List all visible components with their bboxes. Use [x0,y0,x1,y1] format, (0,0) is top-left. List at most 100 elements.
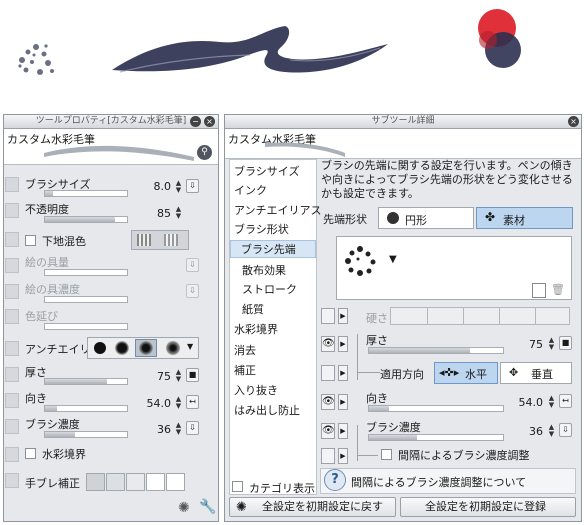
antialias-strong-icon[interactable] [166,341,180,355]
close-icon[interactable]: × [568,116,579,127]
mode-icon-a[interactable] [137,234,151,246]
opacity-value[interactable]: 85 [131,207,171,220]
help-icon[interactable]: ? [324,469,346,491]
density-expand-icon[interactable]: ▶ [338,423,348,439]
help-text[interactable]: 間隔によるブラシ濃度調整について [351,474,526,490]
sub-thickness-value[interactable]: 75 [503,338,543,351]
spin-arrows[interactable]: ▲ ▼ [547,424,556,438]
opacity-slider[interactable] [44,216,128,223]
category-display-checkbox[interactable] [232,481,243,492]
search-icon[interactable]: ⚲ [197,145,212,160]
spin-arrows[interactable]: ▲ ▼ [174,422,183,436]
wrench-icon[interactable]: 🔧 [199,499,216,515]
sub-direction-value[interactable]: 54.0 [503,396,544,409]
thickness-eye-icon[interactable]: 👁 [321,336,335,352]
stabilization-step[interactable] [86,473,105,491]
category-item[interactable]: アンチエイリアス [234,202,322,218]
horizontal-button[interactable]: ◂✜▸ 水平 [434,362,498,384]
thickness-slider[interactable] [44,378,128,385]
sub-tool-titlebar[interactable]: サブツール詳細 × [225,115,581,129]
direction-detail-icon[interactable]: ↤ [559,394,572,408]
thickness-value[interactable]: 75 [131,370,171,383]
hardness-expand-icon[interactable]: ▶ [338,308,348,324]
category-item[interactable]: インク [234,182,267,198]
pressure-icon[interactable]: ⇩ [186,258,199,272]
category-item[interactable]: はみ出し防止 [234,402,300,418]
close-icon[interactable]: × [204,116,215,127]
direction-eye-icon[interactable]: 👁 [321,394,335,410]
spin-arrows[interactable]: ▲ ▼ [174,396,183,410]
category-item-active[interactable]: ブラシ先端 [230,240,316,258]
thickness-expand-icon[interactable]: ▶ [338,336,348,352]
antialias-weak-icon[interactable] [115,341,129,355]
spin-arrows[interactable]: ▲ ▼ [174,369,183,383]
color-stretch-slider[interactable] [44,323,128,330]
stabilization-step[interactable] [146,473,165,491]
hardness-eye-slot[interactable] [321,308,335,324]
interval-expand-icon[interactable]: ▶ [338,448,348,464]
direction-slider[interactable] [44,405,128,412]
spin-arrows[interactable]: ▲ ▼ [174,206,183,220]
interval-eye-slot[interactable] [321,448,335,464]
antialias-selector[interactable]: ▼ [87,337,199,359]
paint-amount-slider[interactable] [44,269,128,276]
register-all-button[interactable]: 全設定を初期設定に登録 [400,497,576,517]
brush-size-slider[interactable] [44,190,128,197]
tip-circle-button[interactable]: 円形 [378,207,474,229]
watercolor-edge-checkbox[interactable] [25,448,36,459]
mixing-mode-buttons[interactable] [131,230,189,250]
antialias-medium-icon[interactable] [139,341,153,355]
stabilization-step[interactable] [126,473,145,491]
direction-detail-icon[interactable]: ↤ [186,395,199,409]
brush-size-value[interactable]: 8.0 [131,180,172,193]
brush-density-slider[interactable] [44,431,128,438]
antialias-none-icon[interactable] [94,342,106,354]
spin-arrows[interactable]: ▲ ▼ [547,337,556,351]
category-item[interactable]: 水彩境界 [234,321,278,337]
mode-icon-b[interactable] [164,234,178,246]
category-item[interactable]: 散布効果 [242,262,286,278]
pressure-icon[interactable]: ⇩ [186,421,199,435]
vertical-button[interactable]: ✥ 垂直 [500,362,572,384]
apply-direction-expand-icon[interactable]: ▶ [338,365,348,381]
category-item[interactable]: ブラシサイズ [234,163,299,179]
mixing-checkbox[interactable] [25,235,36,246]
category-item[interactable]: 紙質 [242,301,264,317]
paint-density-slider[interactable] [44,296,128,303]
thickness-detail-icon[interactable]: ■ [186,368,199,382]
pressure-icon[interactable]: ⇩ [186,284,199,298]
category-item[interactable]: 補正 [234,362,256,378]
thickness-detail-icon[interactable]: ■ [559,336,572,350]
direction-value[interactable]: 54.0 [131,397,172,410]
density-eye-icon[interactable]: 👁 [321,423,335,439]
pressure-icon[interactable]: ⇩ [559,423,572,437]
sub-thickness-slider[interactable] [368,347,504,354]
brush-density-value[interactable]: 36 [131,423,171,436]
interval-density-checkbox[interactable] [381,449,392,460]
sub-density-value[interactable]: 36 [503,425,543,438]
pressure-icon[interactable]: ⇩ [186,179,199,193]
category-item[interactable]: ブラシ形状 [234,221,289,237]
stabilization-step[interactable] [166,473,185,491]
stabilization-step[interactable] [106,473,125,491]
hardness-steps[interactable] [390,307,570,325]
spin-arrows[interactable]: ▲ ▼ [547,395,556,409]
material-dropdown-icon[interactable]: ▼ [389,254,397,265]
stabilization-steps[interactable] [86,473,186,491]
spin-arrows[interactable]: ▲ ▼ [174,180,183,194]
reset-all-button[interactable]: ✺ 全設定を初期設定に戻す [229,497,396,517]
direction-expand-icon[interactable]: ▶ [338,394,348,410]
category-item[interactable]: 消去 [234,342,256,358]
category-item[interactable]: 入り抜き [234,382,278,398]
trash-icon[interactable]: 🗑 [551,283,565,298]
tool-property-titlebar[interactable]: ツールプロパティ[カスタム水彩毛筆] − × [4,115,218,129]
sparkle-icon[interactable]: ✺ [178,500,190,516]
new-page-icon[interactable] [532,283,546,298]
sub-direction-slider[interactable] [368,405,504,412]
category-item[interactable]: ストローク [242,281,297,297]
chevron-down-icon[interactable]: ▼ [187,342,193,351]
sub-density-slider[interactable] [368,434,504,441]
direction-eye-slot[interactable] [321,365,335,381]
minimize-icon[interactable]: − [190,116,201,127]
tip-material-button[interactable]: ✤ 素材 [476,207,573,229]
